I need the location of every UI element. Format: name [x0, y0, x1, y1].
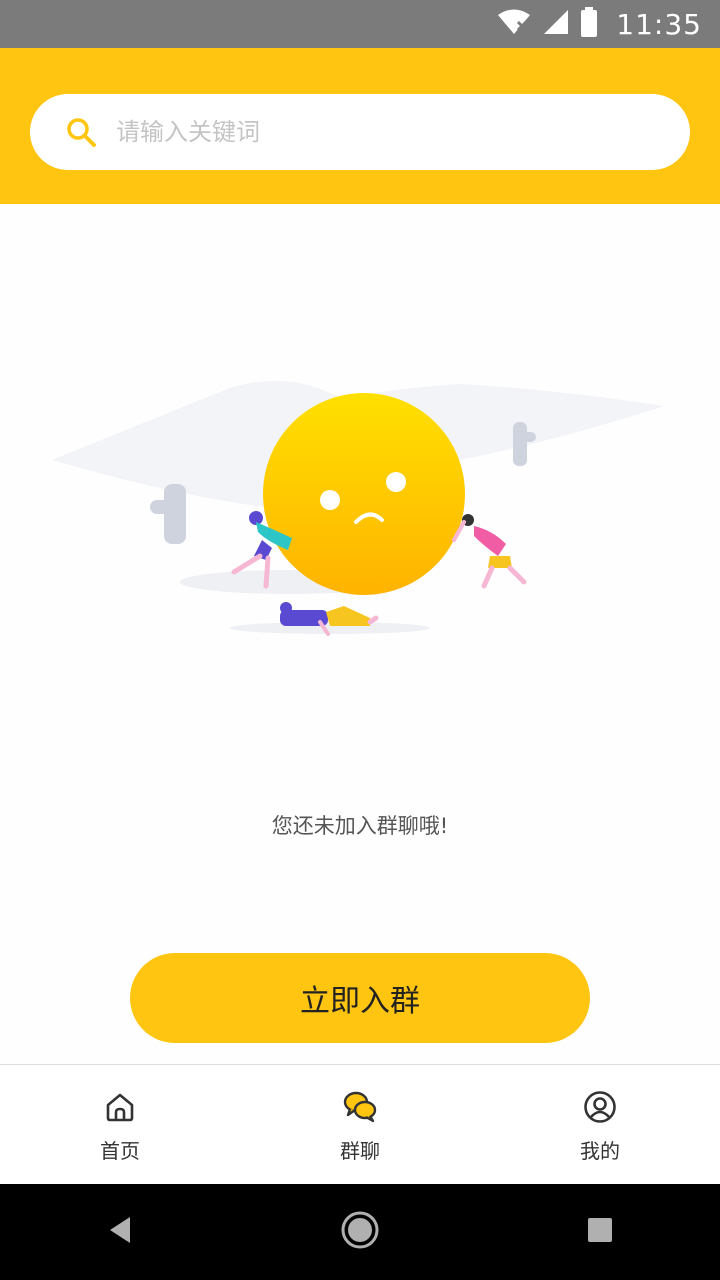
system-nav-bar — [0, 1184, 720, 1280]
tab-label-group-chat: 群聊 — [340, 1139, 380, 1163]
tab-profile[interactable]: 我的 — [480, 1065, 720, 1185]
tab-label-home: 首页 — [100, 1139, 140, 1163]
status-icons: 11:35 — [496, 0, 702, 48]
recents-button[interactable] — [540, 1184, 660, 1280]
battery-icon — [580, 7, 598, 41]
join-group-button[interactable]: 立即入群 — [130, 953, 590, 1043]
empty-state-message: 您还未加入群聊哦! — [271, 814, 449, 838]
tab-home[interactable]: 首页 — [0, 1065, 240, 1185]
search-input[interactable] — [114, 117, 638, 147]
home-nav-button[interactable] — [300, 1184, 420, 1280]
user-circle-icon — [582, 1089, 618, 1125]
status-bar: 11:35 — [0, 0, 720, 48]
wifi-icon — [496, 8, 532, 40]
back-triangle-icon — [106, 1215, 134, 1249]
search-box[interactable] — [30, 94, 690, 170]
tab-group-chat[interactable]: 群聊 — [240, 1065, 480, 1185]
home-circle-icon — [340, 1210, 380, 1254]
empty-state-illustration — [40, 360, 680, 660]
search-icon — [64, 115, 98, 149]
signal-icon — [542, 8, 570, 40]
status-time: 11:35 — [616, 7, 702, 41]
back-button[interactable] — [60, 1184, 180, 1280]
recents-square-icon — [586, 1216, 614, 1248]
header — [0, 48, 720, 204]
home-icon — [102, 1089, 138, 1125]
chat-bubbles-icon — [342, 1089, 378, 1125]
bottom-tab-bar: 首页 群聊 我的 — [0, 1064, 720, 1185]
tab-label-profile: 我的 — [580, 1139, 620, 1163]
